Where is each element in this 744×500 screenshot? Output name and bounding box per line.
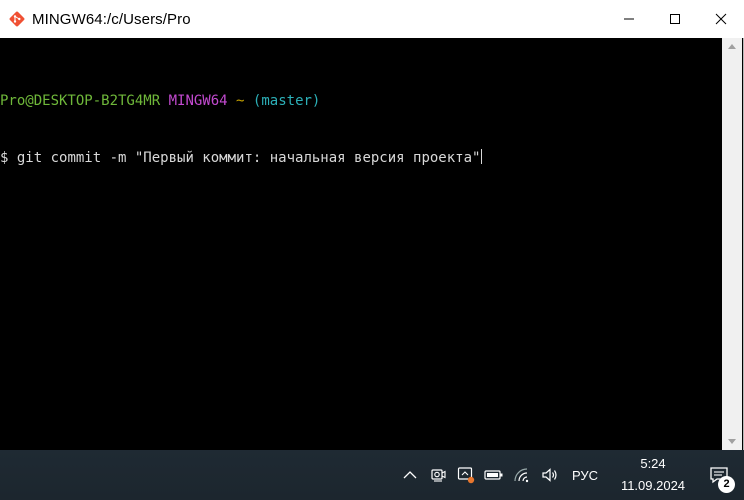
prompt-symbol: $ (0, 150, 9, 166)
command-line: $ git commit -m "Первый коммит: начальна… (0, 149, 722, 168)
clock-date: 11.09.2024 (620, 478, 686, 493)
scroll-down-button[interactable] (722, 434, 742, 450)
scroll-up-arrow-icon (728, 44, 736, 49)
input-language[interactable]: РУС (572, 468, 598, 483)
prompt-path: ~ (236, 93, 245, 109)
vertical-scrollbar[interactable] (722, 38, 742, 450)
scroll-up-button[interactable] (722, 38, 742, 54)
camera-icon (431, 469, 446, 482)
camera-tray-button[interactable] (424, 450, 452, 500)
git-logo-icon (8, 10, 26, 28)
close-button[interactable] (698, 0, 744, 38)
system-tray: РУС 5:24 11.09.2024 2 (396, 450, 744, 500)
chevron-up-icon (403, 471, 417, 479)
clock-time: 5:24 (640, 456, 666, 471)
notification-center-button[interactable]: 2 (694, 450, 744, 500)
title-bar[interactable]: MINGW64:/c/Users/Pro (0, 0, 744, 38)
battery-icon (484, 470, 503, 480)
battery-tray-button[interactable] (480, 450, 508, 500)
wifi-tray-button[interactable] (508, 450, 536, 500)
minimize-button[interactable] (606, 0, 652, 38)
maximize-button[interactable] (652, 0, 698, 38)
notification-count-badge: 2 (718, 476, 735, 493)
window-title: MINGW64:/c/Users/Pro (32, 10, 191, 28)
terminal-output[interactable]: Pro@DESKTOP-B2TG4MR MINGW64 ~ (master) $… (0, 38, 722, 450)
volume-tray-button[interactable] (536, 450, 564, 500)
prompt-env: MINGW64 (168, 93, 228, 109)
volume-icon (542, 468, 557, 482)
show-hidden-icons-button[interactable] (396, 450, 424, 500)
taskbar: РУС 5:24 11.09.2024 2 (0, 450, 744, 500)
app-tray-button[interactable] (452, 450, 480, 500)
close-icon (715, 13, 727, 25)
prompt-user-host: Pro@DESKTOP-B2TG4MR (0, 93, 161, 109)
maximize-icon (670, 14, 680, 24)
prompt-line: Pro@DESKTOP-B2TG4MR MINGW64 ~ (master) (0, 92, 722, 111)
clock[interactable]: 5:24 11.09.2024 (612, 453, 694, 497)
wifi-icon (514, 468, 529, 483)
terminal-window: MINGW64:/c/Users/Pro Pro@DESKTOP-B2TG4MR… (0, 0, 744, 450)
text-cursor (481, 149, 483, 164)
minimize-icon (624, 18, 634, 20)
command-text: git commit -m "Первый коммит: начальная … (16, 150, 481, 166)
prompt-branch: (master) (252, 93, 321, 109)
scroll-down-arrow-icon (728, 439, 736, 444)
app-tray-icon (457, 467, 475, 484)
